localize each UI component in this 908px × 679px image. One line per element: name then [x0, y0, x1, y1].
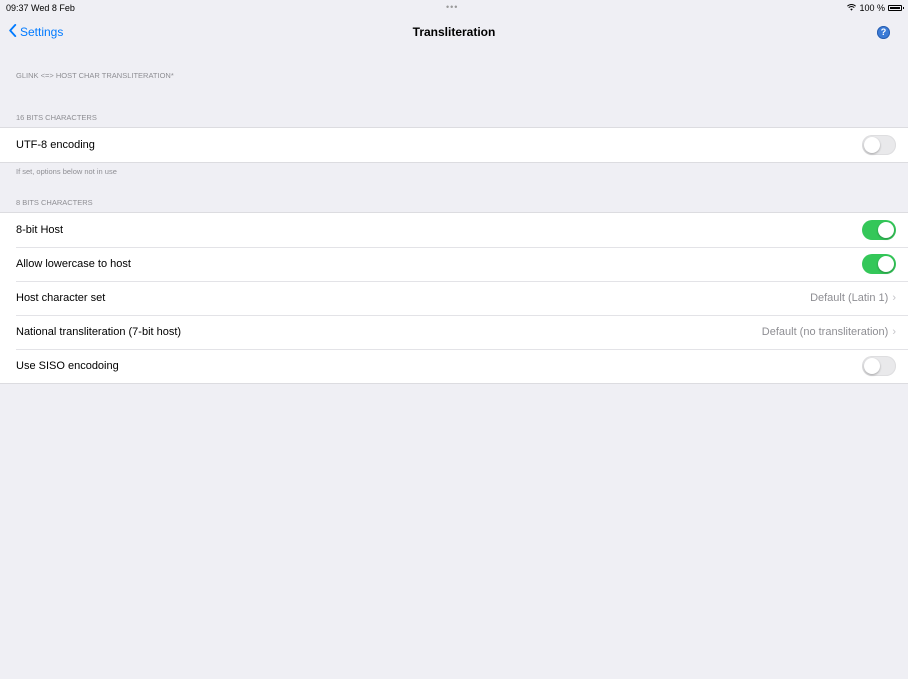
row-national-transliteration[interactable]: National transliteration (7-bit host) De… [0, 315, 908, 349]
row-allow-lowercase: Allow lowercase to host [0, 247, 908, 281]
row-host-character-set[interactable]: Host character set Default (Latin 1) › [0, 281, 908, 315]
row-label: 8-bit Host [16, 224, 64, 236]
siso-toggle[interactable] [862, 356, 896, 376]
help-icon[interactable]: ? [877, 26, 890, 39]
group-16bit: UTF-8 encoding [0, 127, 908, 163]
page-title: Transliteration [412, 25, 496, 39]
8bit-host-toggle[interactable] [862, 220, 896, 240]
row-label: Allow lowercase to host [16, 258, 131, 270]
row-label: UTF-8 encoding [16, 139, 95, 151]
multitasking-dots[interactable]: ••• [446, 2, 458, 12]
section-header-8bit: 8 BITS CHARACTERS [16, 198, 93, 207]
row-label: National transliteration (7-bit host) [16, 326, 182, 338]
section-footer-16bit: If set, options below not in use [16, 167, 117, 176]
wifi-icon [847, 3, 857, 13]
allow-lowercase-toggle[interactable] [862, 254, 896, 274]
chevron-right-icon: › [892, 326, 896, 338]
battery-percent: 100 % [859, 3, 885, 13]
battery-icon [888, 5, 904, 11]
row-8bit-host: 8-bit Host [0, 213, 908, 247]
status-time: 09:37 Wed 8 Feb [6, 3, 75, 13]
utf8-toggle[interactable] [862, 135, 896, 155]
group-8bit: 8-bit Host Allow lowercase to host Host … [0, 212, 908, 384]
row-label: Use SISO encodoing [16, 360, 119, 372]
row-label: Host character set [16, 292, 106, 304]
row-value: Default (no transliteration) [761, 326, 889, 338]
chevron-right-icon: › [892, 292, 896, 304]
row-detail: Default (Latin 1) › [810, 281, 896, 315]
status-bar: 09:37 Wed 8 Feb ••• 100 % [0, 0, 908, 16]
row-value: Default (Latin 1) [810, 292, 889, 304]
row-utf8-encoding: UTF-8 encoding [0, 128, 908, 162]
row-detail: Default (no transliteration) › [762, 315, 896, 349]
row-siso-encoding: Use SISO encodoing [0, 349, 908, 383]
page-header: GLINK <=> HOST CHAR TRANSLITERATION* [16, 71, 174, 80]
section-header-16bit: 16 BITS CHARACTERS [16, 113, 97, 122]
navigation-bar: Settings Transliteration ? [0, 16, 908, 48]
status-right: 100 % [847, 3, 904, 13]
